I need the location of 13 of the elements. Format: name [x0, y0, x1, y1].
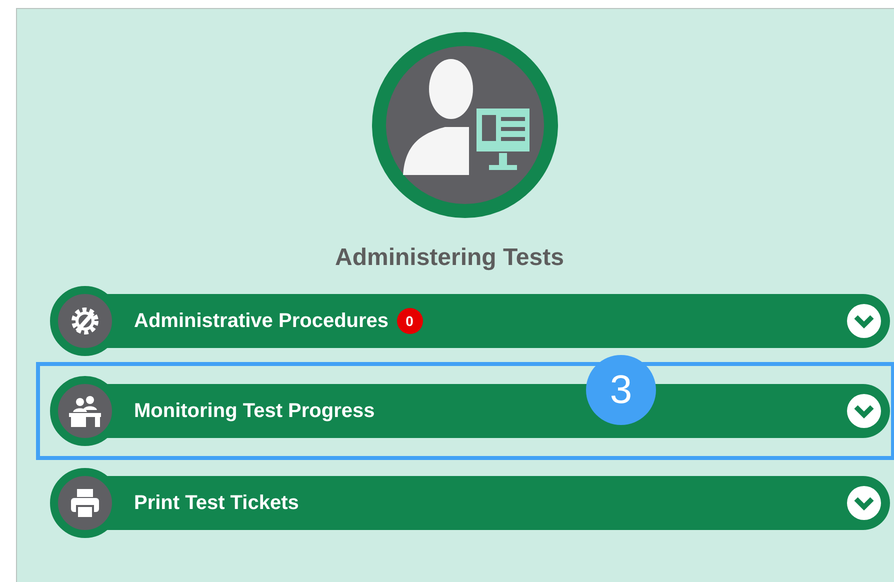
desk-person-icon	[66, 394, 104, 428]
accordion-header[interactable]: Administrative Procedures 0	[50, 286, 890, 356]
step-number: 3	[586, 355, 656, 425]
accordion-label: Administrative Procedures	[134, 309, 389, 334]
accordion-label: Print Test Tickets	[134, 491, 299, 516]
accordion-header[interactable]: Print Test Tickets	[50, 468, 890, 538]
section-title: Administering Tests	[335, 244, 564, 272]
chevron-down-icon	[846, 485, 882, 521]
accordion-label: Monitoring Test Progress	[134, 399, 375, 424]
printer-icon	[68, 486, 102, 520]
count-badge: 0	[396, 308, 423, 334]
chevron-down-icon	[846, 393, 882, 429]
chevron-down-icon	[846, 303, 882, 339]
